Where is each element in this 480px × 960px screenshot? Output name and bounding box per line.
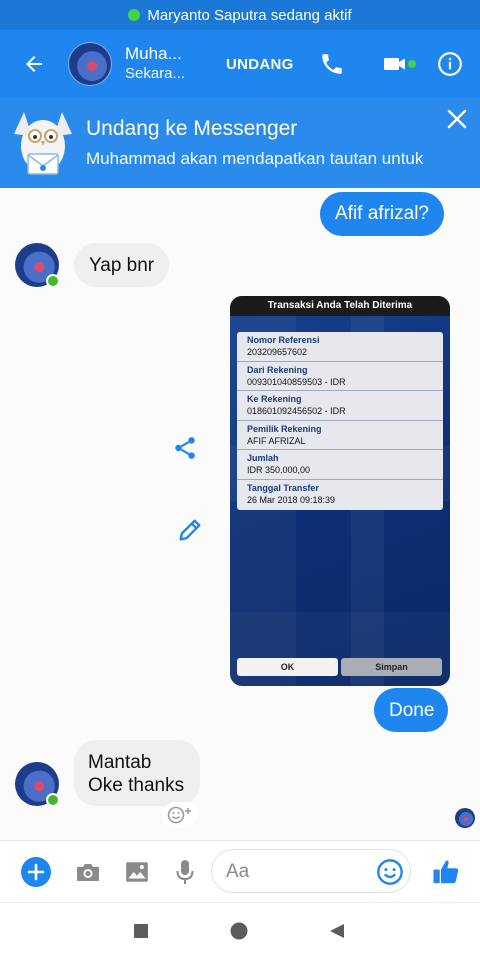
contact-name: Muha... bbox=[125, 44, 182, 63]
active-status-text: Maryanto Saputra sedang aktif bbox=[147, 6, 352, 24]
phone-icon bbox=[322, 54, 342, 74]
contact-status: Sekara... bbox=[125, 65, 186, 82]
receipt-label: Pemilik Rekening bbox=[247, 423, 322, 434]
share-icon[interactable] bbox=[172, 435, 198, 461]
voice-call-button[interactable] bbox=[312, 30, 352, 98]
receipt-value: 009301040859503 - IDR bbox=[247, 376, 346, 387]
owl-mascot-icon bbox=[14, 112, 72, 175]
system-navigation-bar bbox=[0, 902, 480, 960]
message-text-line: Mantab bbox=[88, 752, 152, 773]
online-dot bbox=[128, 9, 141, 21]
contact-title[interactable]: Muha... Sekara... bbox=[125, 44, 213, 84]
receipt-label: Nomor Referensi bbox=[247, 335, 320, 345]
invite-banner[interactable]: Undang ke Messenger Muhammad akan mendap… bbox=[0, 98, 480, 188]
message-text: Done bbox=[389, 700, 435, 721]
banner-title: Undang ke Messenger bbox=[86, 117, 298, 140]
receipt-label: Tanggal Transfer bbox=[247, 482, 319, 493]
receipt-details: Nomor Referensi 203209657602 Dari Rekeni… bbox=[237, 332, 443, 510]
edit-pencil-icon[interactable] bbox=[176, 516, 204, 544]
voice-record-button[interactable] bbox=[168, 855, 202, 889]
video-online-dot bbox=[408, 60, 416, 68]
banner-subtitle: Muhammad akan mendapatkan tautan untuk bbox=[86, 149, 424, 168]
back-triangle-icon[interactable] bbox=[329, 923, 345, 939]
back-arrow-icon bbox=[26, 56, 42, 72]
video-call-button[interactable] bbox=[376, 30, 416, 98]
conversation-header: Muha... Sekara... UNDANG bbox=[0, 30, 480, 98]
camera-icon bbox=[77, 864, 99, 881]
message-text: Yap bnr bbox=[89, 255, 155, 276]
add-reaction-button[interactable] bbox=[162, 802, 198, 828]
receipt-row: Tanggal Transfer 26 Mar 2018 09:18:39 bbox=[237, 480, 443, 510]
online-indicator bbox=[46, 274, 60, 288]
video-camera-icon bbox=[384, 58, 405, 70]
home-icon[interactable] bbox=[230, 922, 248, 940]
recent-apps-icon[interactable] bbox=[133, 923, 149, 939]
message-bubble-incoming[interactable]: Yap bnr bbox=[74, 243, 170, 287]
receipt-row: Pemilik Rekening AFIF AFRIZAL bbox=[237, 421, 443, 451]
receipt-label: Dari Rekening bbox=[247, 364, 308, 375]
receipt-value: 018601092456502 - IDR bbox=[247, 406, 346, 417]
message-text: Afif afrizal? bbox=[335, 203, 429, 224]
receipt-value: AFIF AFRIZAL bbox=[247, 435, 306, 446]
plus-circle-icon bbox=[21, 857, 51, 887]
camera-button[interactable] bbox=[71, 855, 105, 889]
receipt-title: Transaksi Anda Telah Diterima bbox=[230, 296, 450, 316]
contact-avatar[interactable] bbox=[68, 42, 112, 86]
receipt-value: IDR 350.000,00 bbox=[247, 465, 311, 476]
receipt-value: 203209657602 bbox=[247, 347, 308, 357]
receipt-row: Nomor Referensi 203209657602 bbox=[237, 332, 443, 362]
receipt-ok-button: OK bbox=[237, 658, 338, 676]
close-icon[interactable] bbox=[446, 108, 468, 130]
receipt-value: 26 Mar 2018 09:18:39 bbox=[247, 494, 336, 505]
receipt-label: Ke Rekening bbox=[247, 394, 302, 405]
transaction-receipt-image[interactable]: Transaksi Anda Telah Diterima Nomor Refe… bbox=[230, 296, 450, 686]
info-button[interactable] bbox=[430, 30, 470, 98]
info-icon bbox=[438, 52, 462, 76]
receipt-row: Ke Rekening 018601092456502 - IDR bbox=[237, 391, 443, 421]
receipt-label: Jumlah bbox=[247, 453, 279, 464]
message-bubble-outgoing[interactable]: Afif afrizal? bbox=[320, 192, 444, 236]
online-indicator bbox=[46, 793, 60, 807]
message-bubble-outgoing[interactable]: Done bbox=[374, 688, 449, 732]
smiley-plus-icon bbox=[167, 806, 191, 824]
message-text-line: Oke thanks bbox=[88, 775, 185, 796]
back-button[interactable] bbox=[0, 30, 68, 98]
message-bubble-incoming[interactable]: Mantab Oke thanks bbox=[74, 740, 200, 806]
invite-button[interactable]: UNDANG bbox=[226, 56, 298, 73]
image-icon bbox=[126, 862, 148, 882]
message-input[interactable]: Aa bbox=[211, 849, 411, 893]
emoji-icon[interactable] bbox=[376, 858, 404, 886]
seen-indicator-avatar bbox=[455, 808, 475, 828]
receipt-row: Jumlah IDR 350.000,00 bbox=[237, 450, 443, 480]
receipt-row: Dari Rekening 009301040859503 - IDR bbox=[237, 362, 443, 392]
receipt-save-button: Simpan bbox=[341, 658, 442, 676]
microphone-icon bbox=[176, 860, 194, 884]
more-actions-button[interactable] bbox=[19, 855, 53, 889]
active-status-bar: Maryanto Saputra sedang aktif bbox=[0, 0, 480, 30]
gallery-button[interactable] bbox=[120, 855, 154, 889]
message-input-placeholder: Aa bbox=[226, 861, 250, 882]
thumbs-up-icon bbox=[433, 860, 459, 884]
like-button[interactable] bbox=[429, 855, 463, 889]
